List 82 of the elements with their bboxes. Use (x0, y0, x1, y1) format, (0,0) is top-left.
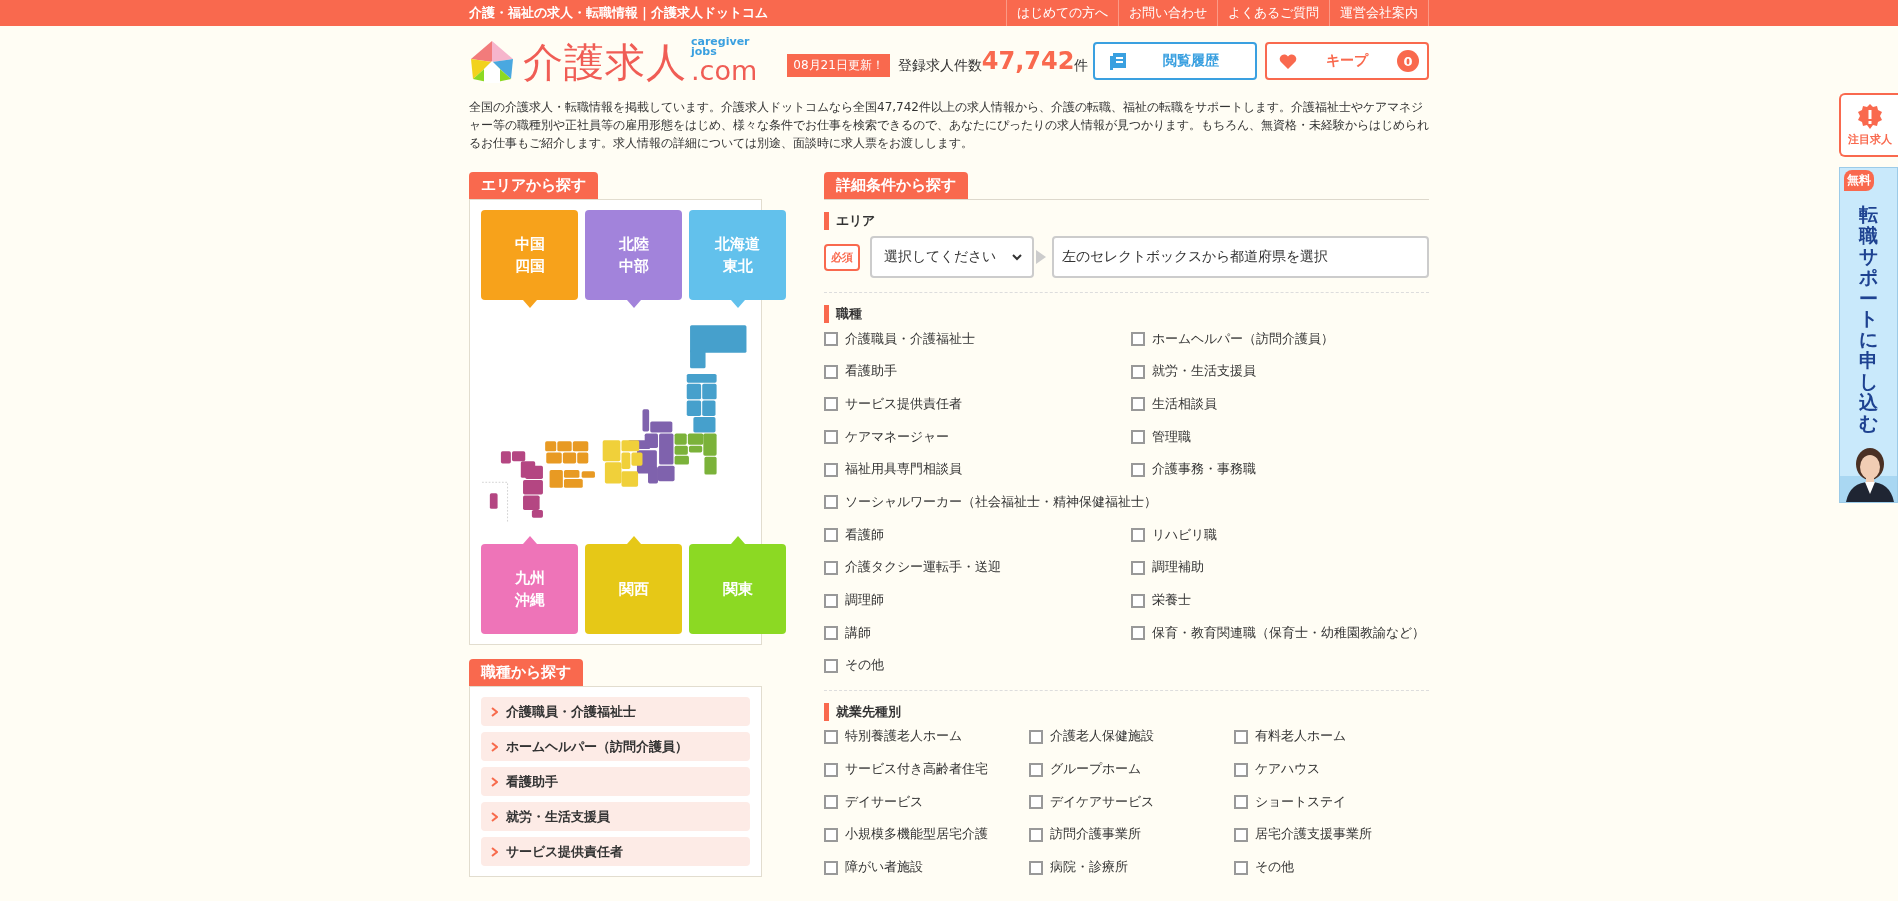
prefecture-field[interactable]: 左のセレクトボックスから都道府県を選択 (1052, 236, 1429, 278)
checkbox-option[interactable]: 有料老人ホーム (1234, 726, 1429, 747)
checkbox-option[interactable]: ケアマネージャー (824, 427, 1131, 448)
checkbox-option[interactable]: 看護助手 (824, 361, 1131, 382)
field-label: エリア (836, 212, 875, 230)
checkbox-option[interactable]: サービス提供責任者 (824, 394, 1131, 415)
heart-icon (1279, 52, 1297, 70)
job-link[interactable]: サービス提供責任者 (481, 837, 750, 866)
section-marker (824, 305, 829, 323)
logo-text: 介護求人 (523, 39, 687, 85)
chevron-icon (491, 811, 498, 822)
support-banner[interactable]: 無料 転職サポートに申し込む (1839, 167, 1898, 503)
job-count-label: 登録求人件数 (897, 57, 982, 75)
checkbox-option[interactable]: 訪問介護事業所 (1029, 824, 1234, 845)
update-badge: 08月21日更新！ (787, 53, 890, 77)
checkbox-option[interactable]: 介護事務・事務職 (1131, 459, 1429, 480)
field-label: 就業先種別 (836, 702, 901, 721)
job-link[interactable]: ホームヘルパー（訪問介護員） (481, 732, 750, 761)
free-badge: 無料 (1844, 170, 1874, 191)
checkbox-option[interactable]: 病院・診療所 (1029, 857, 1234, 878)
checkbox-option[interactable]: 介護職員・介護福祉士 (824, 329, 1131, 349)
checkbox-option[interactable]: 看護師 (824, 525, 1131, 546)
job-link[interactable]: 看護助手 (481, 767, 750, 796)
job-link[interactable]: 就労・生活支援員 (481, 802, 750, 831)
job-count-unit: 件 (1074, 57, 1089, 75)
checkbox-option[interactable]: 講師 (824, 623, 1131, 644)
checkbox-option[interactable]: 就労・生活支援員 (1131, 361, 1429, 382)
checkbox-option[interactable]: 特別養護老人ホーム (824, 726, 1029, 747)
book-icon (1109, 51, 1127, 71)
field-label: 職種 (836, 305, 862, 323)
pointer-icon (522, 300, 537, 308)
pointer-icon (730, 536, 745, 544)
checkbox-option[interactable]: ショートステイ (1234, 792, 1429, 813)
checkbox-option[interactable]: ホームヘルパー（訪問介護員） (1131, 329, 1429, 349)
checkbox-option[interactable]: 小規模多機能型居宅介護 (824, 824, 1029, 845)
pointer-icon (626, 536, 641, 544)
banner-text: 転職サポートに申し込む (1859, 204, 1878, 434)
logo-domain: .com (691, 57, 758, 85)
arrow-icon (1036, 250, 1046, 264)
checkbox-option[interactable]: 生活相談員 (1131, 394, 1429, 415)
checkbox-option[interactable]: その他 (1234, 857, 1429, 878)
checkbox-option[interactable]: 調理師 (824, 590, 1131, 611)
checkbox-option[interactable]: 介護タクシー運転手・送迎 (824, 557, 1131, 578)
checkbox-option[interactable]: サービス付き高齢者住宅 (824, 759, 1029, 780)
section-heading: エリアから探す (469, 172, 598, 199)
section-heading: 職種から探す (469, 659, 583, 686)
checkbox-option[interactable]: 管理職 (1131, 427, 1429, 448)
pointer-icon (522, 536, 537, 544)
chevron-icon (491, 776, 498, 787)
job-count: 47,742 (981, 47, 1075, 75)
chevron-icon (491, 706, 498, 717)
job-link[interactable]: 介護職員・介護福祉士 (481, 697, 750, 726)
area-select[interactable]: 選択してください (870, 236, 1034, 278)
checkbox-option[interactable]: 保育・教育関連職（保育士・幼稚園教諭など） (1131, 623, 1429, 644)
checkbox-option[interactable]: デイサービス (824, 792, 1029, 813)
checkbox-option[interactable]: 福祉用具専門相談員 (824, 459, 1131, 480)
section-marker (824, 702, 829, 721)
checkbox-option[interactable]: 栄養士 (1131, 590, 1429, 611)
checkbox-option[interactable]: グループホーム (1029, 759, 1234, 780)
checkbox-option[interactable]: デイケアサービス (1029, 792, 1234, 813)
site-tagline: 介護・福祉の求人・転職情報｜介護求人ドットコム (469, 4, 768, 22)
pointer-icon (730, 300, 745, 308)
keep-count: 0 (1397, 50, 1419, 72)
section-heading: 詳細条件から探す (824, 172, 968, 199)
logo-tagline: caregiver jobs (691, 37, 750, 57)
logo-icon (469, 39, 515, 85)
alert-icon (1856, 103, 1883, 130)
checkbox-option[interactable]: その他 (824, 655, 1131, 676)
intro-text: 全国の介護求人・転職情報を掲載しています。介護求人ドットコムなら全国47,742件以上の求人情報から、介護の転職、福祉の転職をサポートします。介護福祉士やケアマネジャー等の職種別や正社員等の雇用形態をはじめ、様々な条件でお仕事を検索できるので、あなたにぴったりの求人情報が見つかります。もちろん、無資格・未経験からはじめられるお仕事もご紹介します。求人情報の詳細については別途、面談時に求人票をお渡しします。 (469, 99, 1429, 152)
checkbox-option[interactable]: ケアハウス (1234, 759, 1429, 780)
caret-icon (1012, 253, 1022, 261)
checkbox-option[interactable]: 介護老人保健施設 (1029, 726, 1234, 747)
checkbox-option[interactable]: ソーシャルワーカー（社会福祉士・精神保健福祉士） (824, 492, 1429, 513)
checkbox-option[interactable]: 障がい者施設 (824, 857, 1029, 878)
chevron-icon (491, 846, 498, 857)
pointer-icon (626, 300, 641, 308)
checkbox-option[interactable]: リハビリ職 (1131, 525, 1429, 546)
required-badge: 必須 (824, 243, 860, 271)
chevron-icon (491, 741, 498, 752)
section-marker (824, 212, 829, 230)
checkbox-option[interactable]: 居宅介護支援事業所 (1234, 824, 1429, 845)
checkbox-option[interactable]: 調理補助 (1131, 557, 1429, 578)
